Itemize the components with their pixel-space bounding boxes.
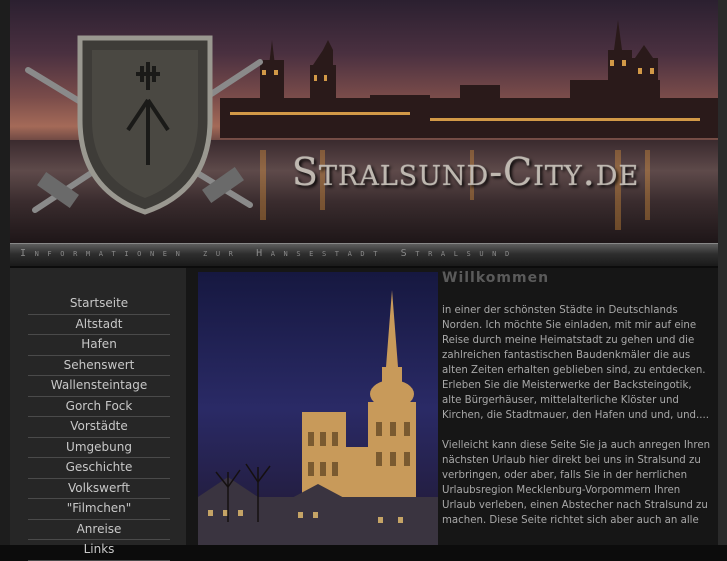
header-banner: Stralsund-City.de bbox=[10, 0, 718, 243]
nav-item-sehenswert[interactable]: Sehenswert bbox=[28, 356, 170, 376]
site-subtitle: Informationen zur Hansestadt Stralsund bbox=[20, 248, 518, 259]
sidebar: Startseite Altstadt Hafen Sehenswert Wal… bbox=[10, 268, 186, 561]
paragraph: in einer der schönsten Städte in Deutsch… bbox=[442, 305, 709, 421]
nav-item-wallensteintage[interactable]: Wallensteintage bbox=[28, 376, 170, 397]
nav-item-hafen[interactable]: Hafen bbox=[28, 335, 170, 356]
nav-item-anreise[interactable]: Anreise bbox=[28, 520, 170, 540]
nav-item-vorstaedte[interactable]: Vorstädte bbox=[28, 417, 170, 438]
main-navigation: Startseite Altstadt Hafen Sehenswert Wal… bbox=[28, 294, 170, 561]
page-frame: Stralsund-City.de Informationen zur Hans… bbox=[0, 0, 727, 561]
page-title: Willkommen bbox=[442, 270, 550, 286]
nav-item-filmchen[interactable]: "Filmchen" bbox=[28, 499, 170, 520]
subtitle-bar: Informationen zur Hansestadt Stralsund bbox=[10, 243, 718, 266]
welcome-text: in einer der schönsten Städte in Deutsch… bbox=[442, 303, 712, 543]
city-skyline-image bbox=[25, 20, 718, 230]
nav-item-umgebung[interactable]: Umgebung bbox=[28, 438, 170, 458]
right-border bbox=[718, 0, 727, 545]
nav-item-links[interactable]: Links bbox=[28, 540, 170, 561]
nav-item-geschichte[interactable]: Geschichte bbox=[28, 458, 170, 479]
nav-item-gorch-fock[interactable]: Gorch Fock bbox=[28, 397, 170, 417]
main-content: Willkommen in einer der schönsten Städte… bbox=[186, 268, 718, 545]
nav-item-volkswerft[interactable]: Volkswerft bbox=[28, 479, 170, 499]
nav-item-altstadt[interactable]: Altstadt bbox=[28, 315, 170, 335]
nav-item-startseite[interactable]: Startseite bbox=[28, 294, 170, 315]
paragraph: Vielleicht kann diese Seite Sie ja auch … bbox=[442, 440, 711, 526]
site-logo-text: Stralsund-City.de bbox=[292, 150, 640, 194]
shield-crest-icon bbox=[77, 35, 213, 215]
left-border bbox=[0, 0, 10, 545]
church-night-photo bbox=[198, 272, 438, 545]
